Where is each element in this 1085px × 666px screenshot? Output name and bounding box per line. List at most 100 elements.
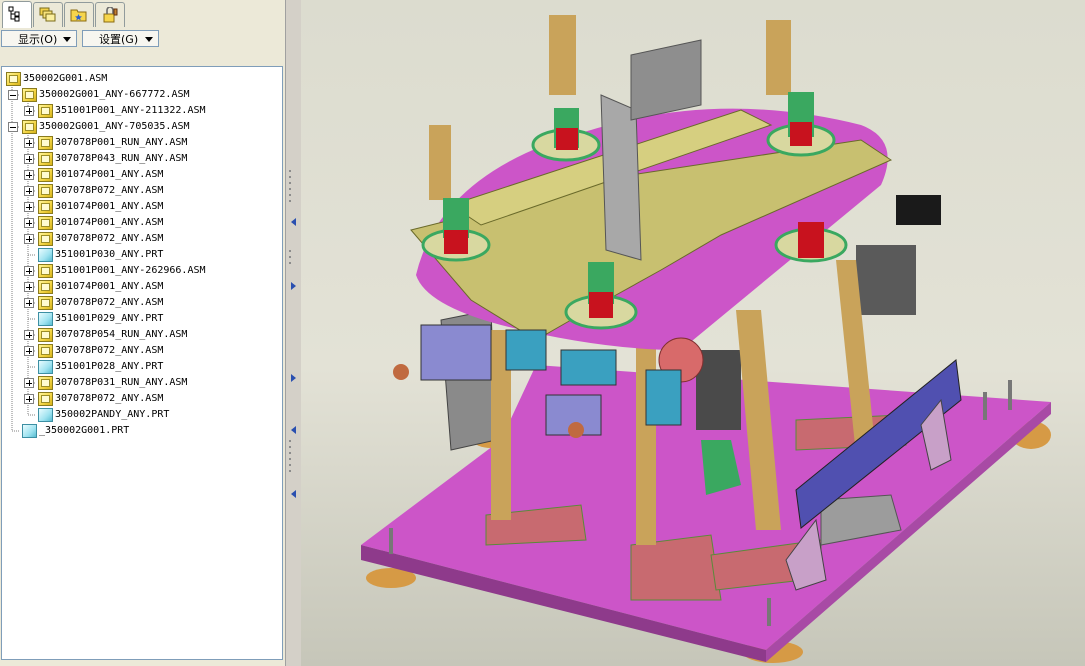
- assembly-icon: [38, 232, 53, 246]
- tree-row[interactable]: 351001P001_ANY-262966.ASM: [2, 263, 280, 279]
- tree-item-label: 351001P001_ANY-211322.ASM: [55, 105, 206, 116]
- expand-plus-icon[interactable]: [24, 138, 34, 148]
- tree-row[interactable]: 307078P031_RUN_ANY.ASM: [2, 375, 280, 391]
- collapse-left-icon[interactable]: [291, 490, 296, 498]
- assembly-icon: [38, 280, 53, 294]
- assembly-icon: [38, 200, 53, 214]
- tree-item-label: 301074P001_ANY.ASM: [55, 169, 164, 180]
- cad-model-render: [361, 15, 1051, 663]
- assembly-icon: [38, 392, 53, 406]
- tree-row[interactable]: 301074P001_ANY.ASM: [2, 199, 280, 215]
- layers-icon: [39, 7, 56, 22]
- tree-item-label: 351001P028_ANY.PRT: [55, 361, 164, 372]
- tree-row[interactable]: 350002G001_ANY-667772.ASM: [2, 87, 280, 103]
- tree-row[interactable]: 307078P072_ANY.ASM: [2, 295, 280, 311]
- assembly-icon: [38, 168, 53, 182]
- tree-row[interactable]: 301074P001_ANY.ASM: [2, 167, 280, 183]
- tree-item-label: 301074P001_ANY.ASM: [55, 281, 164, 292]
- expand-right-icon[interactable]: [291, 282, 296, 290]
- tab-favorites[interactable]: [64, 2, 94, 27]
- show-dropdown-button[interactable]: 显示(O): [1, 30, 77, 47]
- show-dropdown-label: 显示(O): [18, 33, 58, 46]
- part-icon: [38, 360, 53, 374]
- tree-row[interactable]: 350002PANDY_ANY.PRT: [2, 407, 280, 423]
- tree-item-label: 301074P001_ANY.ASM: [55, 217, 164, 228]
- tree-row[interactable]: 351001P028_ANY.PRT: [2, 359, 280, 375]
- expand-plus-icon[interactable]: [24, 106, 34, 116]
- expand-plus-icon[interactable]: [24, 346, 34, 356]
- tab-connections[interactable]: [95, 2, 125, 27]
- tree-row[interactable]: 307078P054_RUN_ANY.ASM: [2, 327, 280, 343]
- tree-row[interactable]: 350002G001.ASM: [2, 71, 280, 87]
- assembly-icon: [38, 376, 53, 390]
- tree-item-label: _350002G001.PRT: [39, 425, 130, 436]
- part-icon: [38, 248, 53, 262]
- expand-plus-icon[interactable]: [24, 234, 34, 244]
- tree-item-label: 351001P001_ANY-262966.ASM: [55, 265, 206, 276]
- settings-dropdown-label: 设置(G): [99, 33, 139, 46]
- assembly-icon: [38, 296, 53, 310]
- tree-row[interactable]: 307078P072_ANY.ASM: [2, 231, 280, 247]
- part-icon: [22, 424, 37, 438]
- tree-row[interactable]: 351001P001_ANY-211322.ASM: [2, 103, 280, 119]
- settings-dropdown-button[interactable]: 设置(G): [82, 30, 159, 47]
- navigator-tab-strip: [0, 0, 285, 28]
- tree-item-label: 301074P001_ANY.ASM: [55, 201, 164, 212]
- tree-item-label: 307078P072_ANY.ASM: [55, 393, 164, 404]
- tree-row[interactable]: 307078P072_ANY.ASM: [2, 343, 280, 359]
- tree-row[interactable]: _350002G001.PRT: [2, 423, 280, 439]
- tree-item-label: 307078P043_RUN_ANY.ASM: [55, 153, 188, 164]
- model-tree-icon: [8, 6, 20, 22]
- collapse-left-icon[interactable]: [291, 218, 296, 226]
- assembly-icon: [38, 216, 53, 230]
- tree-toolbar: 显示(O) 设置(G): [0, 28, 285, 50]
- expand-plus-icon[interactable]: [24, 186, 34, 196]
- tree-item-label: 307078P072_ANY.ASM: [55, 185, 164, 196]
- assembly-icon: [38, 104, 53, 118]
- chevron-down-icon: [63, 37, 71, 42]
- tree-item-label: 307078P072_ANY.ASM: [55, 297, 164, 308]
- assembly-icon: [22, 88, 37, 102]
- tree-item-label: 350002G001_ANY-705035.ASM: [39, 121, 190, 132]
- assembly-icon: [38, 344, 53, 358]
- expand-plus-icon[interactable]: [24, 378, 34, 388]
- expand-plus-icon[interactable]: [24, 170, 34, 180]
- panel-splitter[interactable]: [285, 0, 302, 666]
- tree-row[interactable]: 307078P043_RUN_ANY.ASM: [2, 151, 280, 167]
- tree-item-label: 350002G001_ANY-667772.ASM: [39, 89, 190, 100]
- expand-plus-icon[interactable]: [24, 266, 34, 276]
- favorites-folder-icon: [70, 9, 87, 22]
- tab-layers[interactable]: [33, 2, 63, 27]
- expand-right-icon[interactable]: [291, 374, 296, 382]
- tree-row[interactable]: 351001P030_ANY.PRT: [2, 247, 280, 263]
- splitter-grip-icon: [289, 170, 291, 472]
- tree-row[interactable]: 350002G001_ANY-705035.ASM: [2, 119, 280, 135]
- expand-plus-icon[interactable]: [24, 154, 34, 164]
- assembly-icon: [38, 184, 53, 198]
- tree-row[interactable]: 307078P001_RUN_ANY.ASM: [2, 135, 280, 151]
- chevron-down-icon: [145, 37, 153, 42]
- connections-icon: [103, 7, 118, 23]
- tree-item-label: 307078P054_RUN_ANY.ASM: [55, 329, 188, 340]
- expand-plus-icon[interactable]: [24, 202, 34, 212]
- part-icon: [38, 312, 53, 326]
- assembly-icon: [6, 72, 21, 86]
- expand-plus-icon[interactable]: [24, 282, 34, 292]
- assembly-icon: [38, 136, 53, 150]
- tree-item-label: 307078P072_ANY.ASM: [55, 345, 164, 356]
- collapse-left-icon[interactable]: [291, 426, 296, 434]
- expand-plus-icon[interactable]: [24, 298, 34, 308]
- expand-plus-icon[interactable]: [24, 218, 34, 228]
- tab-model-tree[interactable]: [2, 1, 32, 28]
- tree-row[interactable]: 301074P001_ANY.ASM: [2, 279, 280, 295]
- tree-row[interactable]: 301074P001_ANY.ASM: [2, 215, 280, 231]
- tree-row[interactable]: 351001P029_ANY.PRT: [2, 311, 280, 327]
- tree-row[interactable]: 307078P072_ANY.ASM: [2, 391, 280, 407]
- graphics-viewport[interactable]: [301, 0, 1085, 666]
- expand-plus-icon[interactable]: [24, 394, 34, 404]
- tree-row[interactable]: 307078P072_ANY.ASM: [2, 183, 280, 199]
- expand-plus-icon[interactable]: [24, 330, 34, 340]
- collapse-minus-icon[interactable]: [8, 122, 18, 132]
- collapse-minus-icon[interactable]: [8, 90, 18, 100]
- assembly-icon: [38, 152, 53, 166]
